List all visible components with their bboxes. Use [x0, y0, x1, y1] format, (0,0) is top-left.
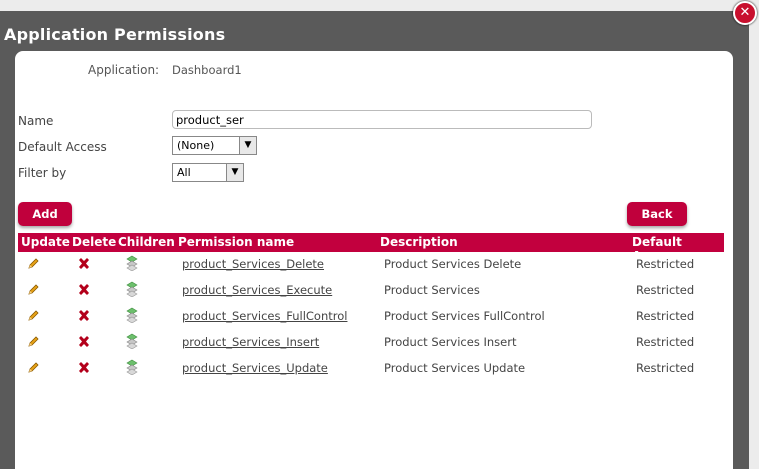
- delete-x-icon[interactable]: [77, 335, 91, 349]
- column-header-children: Children: [118, 235, 175, 249]
- permission-description: Product Services FullControl: [384, 309, 545, 323]
- permissions-table: Update Delete Children Permission name D…: [18, 233, 724, 382]
- table-row: product_Services_FullControl Product Serv…: [18, 304, 724, 330]
- children-tree-icon[interactable]: [124, 307, 140, 324]
- table-body: product_Services_Delete Product Services …: [18, 252, 724, 382]
- default-access-value: (None): [177, 139, 215, 152]
- table-row: product_Services_Delete Product Services …: [18, 252, 724, 278]
- table-row: product_Services_Execute Product Services…: [18, 278, 724, 304]
- delete-x-icon[interactable]: [77, 361, 91, 375]
- permission-default-access: Restricted: [636, 309, 695, 323]
- pencil-icon[interactable]: [26, 309, 40, 323]
- delete-x-icon[interactable]: [77, 257, 91, 271]
- dialog-title: Application Permissions: [4, 25, 226, 44]
- children-tree-icon[interactable]: [124, 359, 140, 376]
- children-tree-icon[interactable]: [124, 255, 140, 272]
- filter-select[interactable]: All ▼: [172, 163, 244, 182]
- permission-description: Product Services Insert: [384, 335, 517, 349]
- pencil-icon[interactable]: [26, 361, 40, 375]
- close-icon: ✕: [739, 5, 751, 20]
- application-value: Dashboard1: [172, 63, 242, 77]
- column-header-description[interactable]: Description: [380, 235, 458, 249]
- children-tree-icon[interactable]: [124, 333, 140, 350]
- permission-description: Product Services: [384, 283, 480, 297]
- filter-label: Filter by: [18, 166, 67, 180]
- name-input[interactable]: [172, 110, 592, 129]
- permission-description: Product Services Delete: [384, 257, 522, 271]
- column-header-delete: Delete: [72, 235, 117, 249]
- table-header: Update Delete Children Permission name D…: [18, 233, 724, 263]
- add-button[interactable]: Add: [18, 202, 72, 226]
- permission-name-link[interactable]: product_Services_Insert: [182, 335, 319, 349]
- permissions-dialog: Application Permissions Application: Das…: [0, 11, 749, 469]
- delete-x-icon[interactable]: [77, 283, 91, 297]
- permission-description: Product Services Update: [384, 361, 526, 375]
- children-tree-icon[interactable]: [124, 281, 140, 298]
- permission-name-link[interactable]: product_Services_Delete: [182, 257, 324, 271]
- permission-name-link[interactable]: product_Services_Execute: [182, 283, 332, 297]
- permission-default-access: Restricted: [636, 361, 695, 375]
- default-access-select[interactable]: (None) ▼: [172, 136, 257, 155]
- column-header-permission-name[interactable]: Permission name: [178, 235, 294, 249]
- default-access-label: Default Access: [18, 140, 107, 154]
- chevron-down-icon[interactable]: ▼: [239, 137, 256, 154]
- pencil-icon[interactable]: [26, 257, 40, 271]
- delete-x-icon[interactable]: [77, 309, 91, 323]
- permission-default-access: Restricted: [636, 257, 695, 271]
- pencil-icon[interactable]: [26, 335, 40, 349]
- name-label: Name: [18, 114, 54, 128]
- application-label: Application:: [88, 63, 160, 77]
- permission-name-link[interactable]: product_Services_Update: [182, 361, 328, 375]
- permission-name-link[interactable]: product_Services_FullControl: [182, 309, 347, 323]
- filter-value: All: [177, 166, 191, 179]
- pencil-icon[interactable]: [26, 283, 40, 297]
- table-row: product_Services_Insert Product Services …: [18, 330, 724, 356]
- back-button[interactable]: Back: [627, 202, 687, 226]
- chevron-down-icon[interactable]: ▼: [226, 164, 243, 181]
- table-row: product_Services_Update Product Services …: [18, 356, 724, 382]
- column-header-update: Update: [21, 235, 70, 249]
- permission-default-access: Restricted: [636, 283, 695, 297]
- dialog-panel: Application: Dashboard1 Name Default Acc…: [15, 51, 733, 469]
- close-button[interactable]: ✕: [733, 1, 757, 25]
- permission-default-access: Restricted: [636, 335, 695, 349]
